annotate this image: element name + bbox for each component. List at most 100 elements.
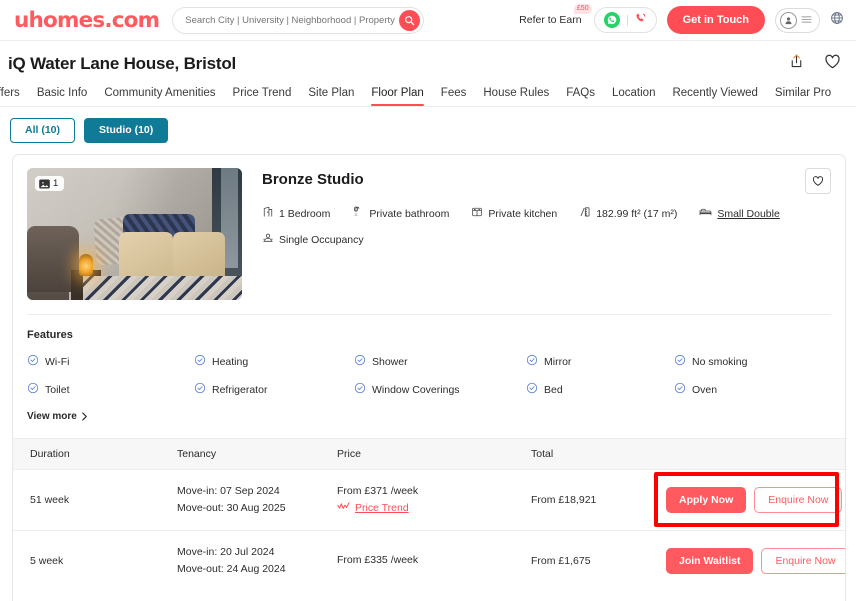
feature-label: Toilet	[45, 383, 70, 396]
refer-to-earn[interactable]: Refer to Earn £50	[519, 4, 592, 26]
account-menu-button[interactable]	[775, 7, 820, 33]
feature-heating: Heating	[194, 354, 354, 369]
tenancy-table-body: 51 week Move-in: 07 Sep 2024 Move-out: 30 …	[13, 470, 845, 590]
room-attribute-small-double[interactable]: Small Double	[699, 206, 780, 221]
room-attribute-private-kitchen: Private kitchen	[471, 206, 557, 221]
feature-label: Mirror	[544, 355, 572, 368]
feature-mirror: Mirror	[526, 354, 674, 369]
photo-bed-duvet	[83, 276, 242, 300]
feature-label: Refrigerator	[212, 383, 268, 396]
feature-label: Heating	[212, 355, 249, 368]
nav-tab-price-trend[interactable]: Price Trend	[233, 87, 292, 106]
enquire-now-button[interactable]: Enquire Now	[754, 487, 843, 513]
nav-tab-house-rules[interactable]: House Rules	[483, 87, 549, 106]
attribute-label: Private kitchen	[488, 207, 558, 220]
attribute-label: Single Occupancy	[279, 233, 364, 246]
check-circle-icon	[674, 354, 686, 369]
check-circle-icon	[194, 354, 206, 369]
enquire-now-button[interactable]: Enquire Now	[761, 547, 845, 574]
price-trend-link[interactable]: Price Trend	[337, 500, 409, 517]
photo-pillow-cream-right	[173, 232, 225, 282]
check-circle-icon	[194, 382, 206, 397]
contact-pill[interactable]	[593, 7, 657, 33]
room-card-info: Bronze Studio 1 Bedroom Private bathroom P…	[242, 168, 831, 300]
attribute-label: 1 Bedroom	[279, 207, 331, 220]
share-icon[interactable]	[788, 53, 805, 75]
tenancy-table: Duration Tenancy Price Total 51 week Move…	[13, 438, 845, 590]
room-card-top: 1 Bronze Studio 1 Bedroom Private bathroo…	[13, 155, 845, 300]
page-title-row: iQ Water Lane House, Bristol	[0, 41, 856, 78]
get-in-touch-button[interactable]: Get in Touch	[666, 6, 765, 34]
site-logo[interactable]: uhomes.com	[14, 8, 160, 33]
room-attributes-row-1: 1 Bedroom Private bathroom Private kitchen…	[262, 206, 831, 221]
favorite-heart-icon[interactable]	[823, 52, 842, 76]
nav-tab-similar-pro[interactable]: Similar Pro	[775, 87, 831, 106]
nav-tab-floor-plan[interactable]: Floor Plan	[371, 87, 425, 106]
feature-label: Bed	[544, 383, 563, 396]
feature-label: Window Coverings	[372, 383, 460, 396]
room-attribute-single-occupancy: Single Occupancy	[262, 232, 364, 247]
price-per-week: From £335 /week	[337, 554, 419, 566]
room-attribute-private-bathroom: Private bathroom	[352, 206, 449, 221]
room-type-filters[interactable]: All (10) Studio (10)	[0, 107, 856, 154]
refer-to-earn-label: Refer to Earn	[519, 14, 582, 26]
check-circle-icon	[526, 354, 538, 369]
attribute-label: Small Double	[717, 207, 780, 220]
cell-duration: 5 week	[30, 554, 64, 567]
photo-count-badge: 1	[35, 176, 65, 191]
nav-tab-community-amenities[interactable]: Community Amenities	[104, 87, 215, 106]
room-name: Bronze Studio	[262, 171, 364, 188]
price-per-week: From £371 /week	[337, 485, 419, 497]
trend-line-icon	[337, 500, 351, 517]
col-header-tenancy: Tenancy	[177, 448, 217, 460]
nav-tab-fees[interactable]: Fees	[441, 87, 467, 106]
feature-oven: Oven	[674, 382, 831, 397]
search-icon[interactable]	[399, 9, 421, 31]
filter-chip-studio[interactable]: Studio (10)	[84, 118, 169, 143]
cell-duration: 51 week	[30, 494, 70, 506]
search-input[interactable]	[185, 14, 400, 26]
price-trend-label: Price Trend	[355, 502, 409, 514]
room-favorite-button[interactable]	[805, 168, 831, 194]
nav-tab-faqs[interactable]: FAQs	[566, 87, 595, 106]
kitchen-icon	[471, 206, 483, 221]
feature-refrigerator: Refrigerator	[194, 382, 354, 397]
page-title: iQ Water Lane House, Bristol	[8, 54, 237, 73]
globe-language-icon[interactable]	[830, 11, 844, 30]
nav-tab-site-plan[interactable]: Site Plan	[308, 87, 354, 106]
move-in-date: Move-in: 07 Sep 2024	[177, 485, 280, 497]
search-box[interactable]	[172, 6, 425, 34]
section-nav-tabs[interactable]: ial Offers Basic Info Community Amenities P…	[0, 78, 856, 107]
phone-icon[interactable]	[635, 11, 647, 29]
room-attributes-row-2: Single Occupancy	[262, 232, 831, 247]
chevron-right-icon	[81, 412, 87, 421]
refer-reward-badge: £50	[573, 4, 592, 14]
feature-wi-fi: Wi-Fi	[27, 354, 194, 369]
room-attributes: 1 Bedroom Private bathroom Private kitchen…	[262, 206, 831, 247]
divider	[626, 14, 628, 26]
cell-price: From £335 /week	[337, 552, 531, 569]
apply-now-button[interactable]: Apply Now	[666, 487, 747, 513]
cell-total: From £1,675	[531, 554, 591, 567]
features-section: Features Wi-Fi Heating Shower Mirror No smok…	[13, 315, 845, 424]
tenancy-row: 51 week Move-in: 07 Sep 2024 Move-out: 30 …	[13, 470, 845, 530]
attribute-label: 182.99 ft² (17 m²)	[596, 207, 678, 220]
view-more-features-button[interactable]: View more	[27, 411, 88, 422]
nav-tab-ial-offers[interactable]: ial Offers	[0, 87, 20, 106]
join-waitlist-button[interactable]: Join Waitlist	[666, 547, 754, 574]
area-ruler-icon	[579, 206, 591, 221]
nav-tab-basic-info[interactable]: Basic Info	[37, 87, 88, 106]
check-circle-icon	[526, 382, 538, 397]
check-circle-icon	[354, 382, 366, 397]
room-attribute-182-99-ft-17-m: 182.99 ft² (17 m²)	[579, 206, 677, 221]
hamburger-menu-icon	[801, 11, 812, 29]
whatsapp-icon[interactable]	[603, 12, 620, 28]
nav-tab-recently-viewed[interactable]: Recently Viewed	[672, 87, 757, 106]
nav-tab-location[interactable]: Location	[612, 87, 655, 106]
check-circle-icon	[674, 382, 686, 397]
attribute-label: Private bathroom	[369, 207, 450, 220]
photo-lamp	[79, 254, 93, 276]
feature-label: Wi-Fi	[45, 355, 70, 368]
room-photo[interactable]: 1	[27, 168, 242, 300]
filter-chip-all[interactable]: All (10)	[10, 118, 76, 143]
